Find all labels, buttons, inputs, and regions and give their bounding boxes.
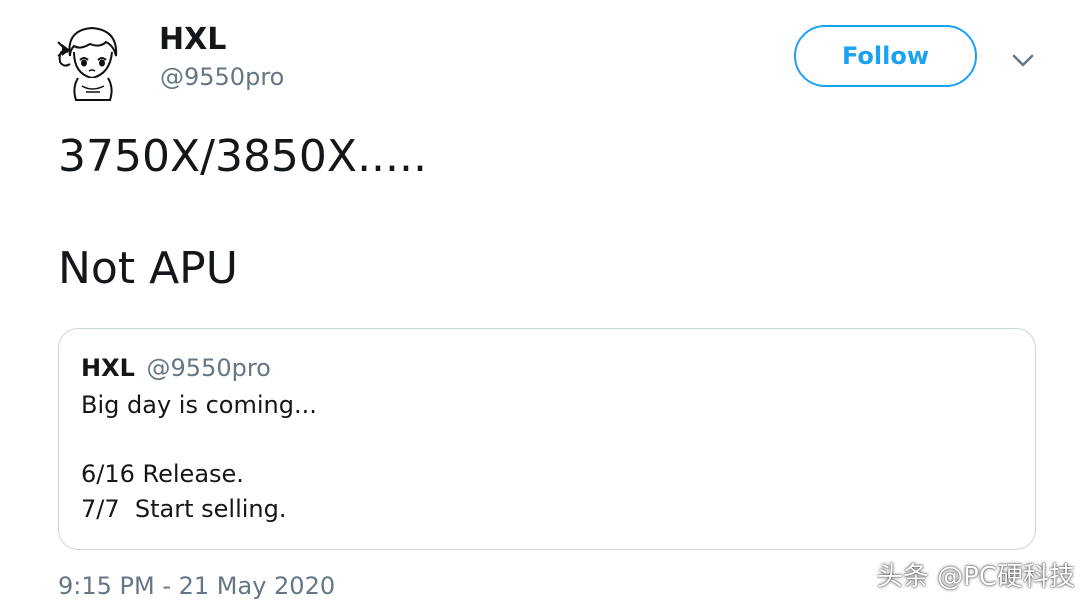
anime-avatar-icon [57, 26, 118, 101]
avatar[interactable] [56, 22, 128, 102]
quoted-tweet-card[interactable]: HXL @9550pro Big day is coming... 6/16 R… [58, 328, 1036, 550]
quoted-tweet-text-line: 6/16 Release. [81, 460, 244, 488]
quoted-tweet-text-line: 7/7 Start selling. [81, 495, 287, 523]
author-handle[interactable]: @9550pro [160, 63, 284, 91]
tweet-timestamp[interactable]: 9:15 PM - 21 May 2020 [58, 572, 335, 600]
tweet-text-line: 3750X/3850X..... [58, 131, 427, 182]
quoted-tweet-text-line: Big day is coming... [81, 391, 317, 419]
chevron-down-icon[interactable] [1008, 45, 1038, 75]
quoted-tweet-header: HXL @9550pro [81, 354, 271, 382]
tweet-text-line: Not APU [58, 243, 238, 294]
watermark: 头条 @PC硬科技 [876, 562, 1075, 592]
quoted-author-name: HXL [81, 354, 135, 382]
author-display-name[interactable]: HXL [159, 22, 226, 57]
quoted-author-handle: @9550pro [146, 354, 271, 382]
follow-button[interactable]: Follow [794, 25, 977, 87]
